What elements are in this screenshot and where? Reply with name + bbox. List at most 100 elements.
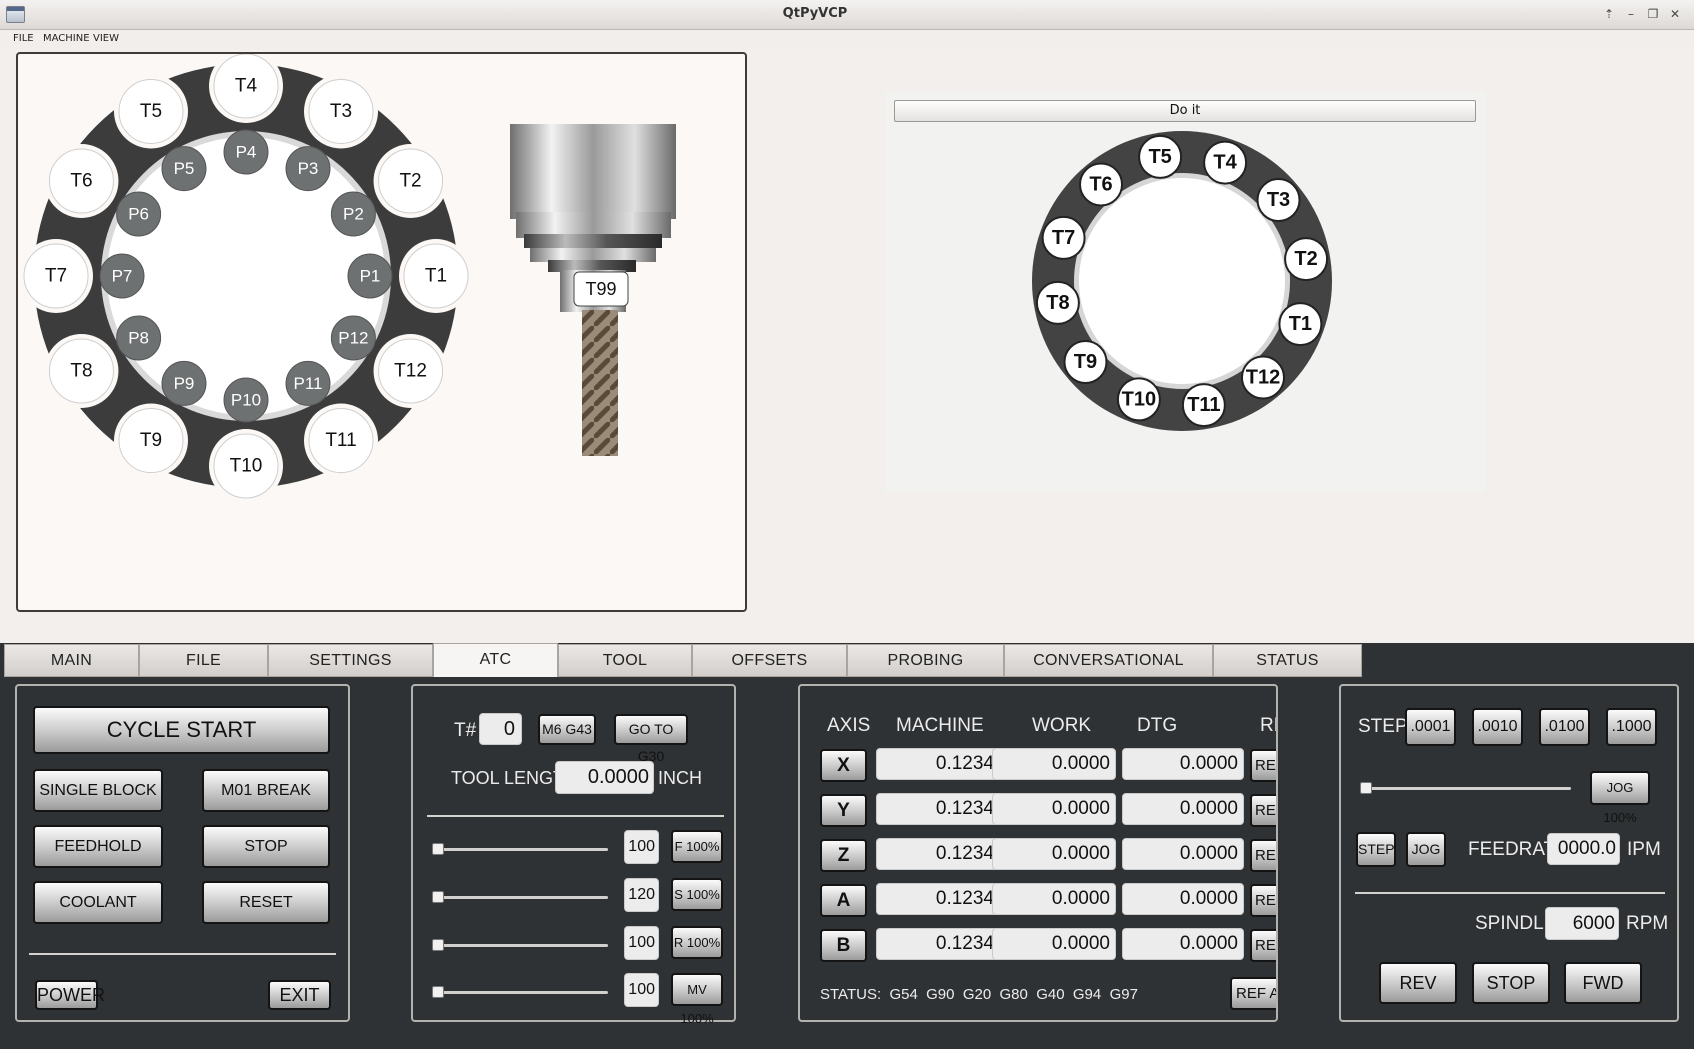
tab-tool[interactable]: TOOL [558, 644, 692, 677]
menu-machine[interactable]: MACHINE [43, 33, 90, 44]
feed-100-button[interactable]: F 100% [671, 830, 723, 863]
tool-override-panel: T# 0 M6 G43 GO TO G30 TOOL LENGTH 0.0000… [411, 684, 736, 1026]
machine-x-value: 0.1234 [876, 748, 1000, 780]
coolant-button[interactable]: COOLANT [33, 881, 163, 924]
divider [1355, 892, 1665, 894]
jog-100-button[interactable]: JOG 100% [1590, 771, 1650, 825]
preview-hub [1079, 178, 1285, 384]
rapid-override-handle[interactable] [432, 939, 444, 951]
header-machine: MACHINE [896, 715, 984, 736]
dtg-z-value: 0.0000 [1122, 838, 1244, 870]
header-ref: RE [1260, 715, 1276, 736]
feed-override-value: 100 [624, 830, 659, 864]
dtg-b-value: 0.0000 [1122, 928, 1244, 960]
feedhold-button[interactable]: FEEDHOLD [33, 825, 163, 868]
ref-y-button[interactable]: REF [1250, 794, 1276, 827]
jog-rate-slider[interactable] [1366, 787, 1571, 790]
tab-main[interactable]: MAIN [4, 644, 139, 677]
pocket-label-p3: P3 [298, 159, 319, 178]
ref-all-button[interactable]: REF AL [1230, 977, 1276, 1010]
keep-above-icon[interactable]: ⇡ [1600, 6, 1618, 23]
spindle-rev-button[interactable]: REV [1379, 962, 1457, 1004]
max-velocity-slider[interactable] [438, 991, 608, 994]
header-dtg: DTG [1137, 715, 1178, 736]
atc-carousel-panel: T1 P1 T2 P2 T3 P3 T4 P4 T5 P5 T6 P6 T7 P7 T8 P8 T9 P9 T10 P… [16, 52, 747, 612]
feedrate-field[interactable]: 0000.0 [1547, 833, 1620, 865]
m01-break-button[interactable]: M01 BREAK [202, 769, 330, 812]
ref-a-button[interactable]: REF [1250, 884, 1276, 917]
minimize-icon[interactable]: – [1622, 6, 1640, 23]
jog-rate-handle[interactable] [1360, 782, 1372, 794]
pocket-label-p4: P4 [236, 143, 257, 162]
ref-z-button[interactable]: REF [1250, 839, 1276, 872]
tab-status[interactable]: STATUS [1213, 644, 1362, 677]
tool-slot-label-t3: T3 [330, 101, 352, 122]
menu-bar: FILE MACHINE VIEW [0, 30, 1694, 50]
tab-file[interactable]: FILE [139, 644, 268, 677]
max-velocity-handle[interactable] [432, 986, 444, 998]
axis-a-button[interactable]: A [820, 884, 867, 917]
feed-override-handle[interactable] [432, 843, 444, 855]
single-block-button[interactable]: SINGLE BLOCK [33, 769, 163, 812]
cycle-start-button[interactable]: CYCLE START [33, 706, 330, 754]
spindle-stop-button[interactable]: STOP [1472, 962, 1550, 1004]
atc-preview-carousel: T1 T2 T3 T4 T5 T6 T7 T8 T9 T10 T11 T12 [1032, 131, 1332, 431]
max-velocity-100-button[interactable]: MV 100% [671, 973, 723, 1026]
spindle-override-handle[interactable] [432, 891, 444, 903]
step-0001-button[interactable]: .0001 [1405, 708, 1456, 746]
step-mode-button[interactable]: STEP [1356, 832, 1396, 867]
go-to-g30-button[interactable]: GO TO G30 [614, 714, 688, 764]
dro-panel: AXIS MACHINE WORK DTG RE X 0.1234 0.0000… [798, 684, 1278, 1022]
stop-button[interactable]: STOP [202, 825, 330, 868]
tool-slot-label-t12: T12 [394, 361, 427, 382]
tool-slot-label-t4: T4 [235, 76, 258, 97]
machine-y-value: 0.1234 [876, 793, 1000, 825]
exit-button[interactable]: EXIT [268, 980, 331, 1010]
dtg-a-value: 0.0000 [1122, 883, 1244, 915]
tool-number-field[interactable]: 0 [479, 713, 522, 745]
axis-z-button[interactable]: Z [820, 839, 867, 872]
divider [427, 815, 724, 817]
do-it-button[interactable]: Do it [894, 100, 1476, 122]
tool-slot-label-t5: T5 [140, 101, 162, 122]
pocket-label-p7: P7 [112, 267, 133, 286]
tab-offsets[interactable]: OFFSETS [692, 644, 847, 677]
spindle-fwd-button[interactable]: FWD [1564, 962, 1642, 1004]
axis-b-button[interactable]: B [820, 929, 867, 962]
menu-view[interactable]: VIEW [93, 33, 119, 44]
tool-length-field[interactable]: 0.0000 [555, 761, 654, 794]
ref-x-button[interactable]: REF [1250, 749, 1276, 782]
power-button[interactable]: POWER [35, 980, 105, 1010]
step-0100-button[interactable]: .0100 [1539, 708, 1590, 746]
spindle-override-slider[interactable] [438, 896, 608, 899]
step-1000-button[interactable]: .1000 [1606, 708, 1657, 746]
tab-atc[interactable]: ATC [433, 643, 558, 678]
tab-conversational[interactable]: CONVERSATIONAL [1004, 644, 1213, 677]
m6-g43-button[interactable]: M6 G43 [538, 714, 596, 745]
tool-number-label: T# [454, 720, 477, 741]
rapid-100-button[interactable]: R 100% [671, 926, 723, 959]
spindle-100-button[interactable]: S 100% [671, 878, 723, 911]
close-icon[interactable]: ✕ [1666, 6, 1684, 23]
pocket-label-p1: P1 [360, 267, 381, 286]
preview-tool-label-t1: T1 [1289, 313, 1312, 335]
maximize-icon[interactable]: ❐ [1644, 6, 1662, 23]
tab-probing[interactable]: PROBING [847, 644, 1004, 677]
rapid-override-slider[interactable] [438, 944, 608, 947]
jog-mode-button[interactable]: JOG [1406, 832, 1446, 867]
preview-tool-label-t5: T5 [1148, 146, 1171, 168]
step-0010-button[interactable]: .0010 [1472, 708, 1523, 746]
menu-file[interactable]: FILE [13, 33, 34, 44]
max-velocity-value: 100 [624, 973, 659, 1007]
tab-settings[interactable]: SETTINGS [268, 644, 433, 677]
spindle-speed-field[interactable]: 6000 [1545, 907, 1619, 940]
tool-slot-label-t9: T9 [140, 430, 162, 451]
tool-slot-label-t2: T2 [399, 171, 421, 192]
axis-y-button[interactable]: Y [820, 794, 867, 827]
axis-x-button[interactable]: X [820, 749, 867, 782]
reset-button[interactable]: RESET [202, 881, 330, 924]
feed-override-slider[interactable] [438, 848, 608, 851]
spindle-tool-label: T99 [585, 279, 617, 299]
ref-b-button[interactable]: REF [1250, 929, 1276, 962]
pocket-label-p12: P12 [338, 329, 368, 348]
